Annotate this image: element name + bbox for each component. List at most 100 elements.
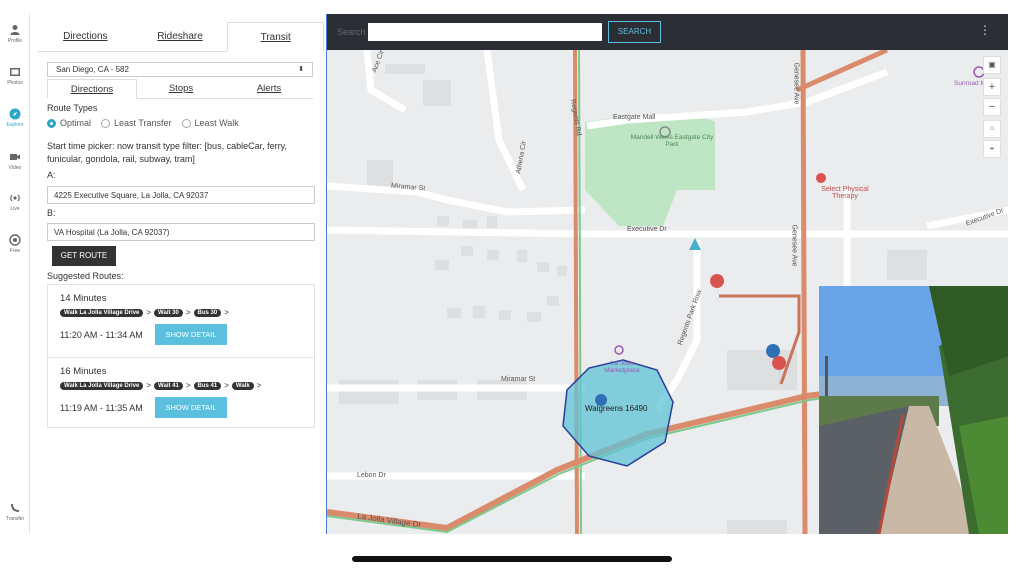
route-type-group: Optimal Least Transfer Least Walk <box>47 118 239 128</box>
step-pill: Walk <box>231 381 254 390</box>
map-search-bar: Search SEARCH ⋮ <box>327 14 1008 50</box>
rail-label-free: Free <box>9 248 21 254</box>
route-steps: Walk La Jolla Village Drive > Wait 30 > Bu… <box>60 308 229 317</box>
map-label-walgreens: Walgreens 16490 <box>585 404 648 413</box>
locate-icon[interactable]: ⌖ <box>983 140 1001 158</box>
directions-panel: Directions Rideshare Transit San Diego, … <box>38 14 325 534</box>
step-pill: Wait 30 <box>154 308 183 317</box>
step-arrow: > <box>224 308 229 317</box>
destination-label: B: <box>47 208 56 218</box>
radio-label: Least Transfer <box>114 118 172 128</box>
zoom-in-button[interactable]: + <box>983 78 1001 96</box>
free-icon <box>9 234 21 246</box>
map-label-select-therapy: Select Physical Therapy <box>821 186 869 200</box>
rail-item-transfer[interactable]: Transfer <box>0 502 30 522</box>
search-input[interactable] <box>368 23 602 41</box>
step-arrow: > <box>256 381 262 390</box>
step-arrow: > <box>185 381 191 390</box>
radio-optimal[interactable]: Optimal <box>47 118 91 128</box>
route-time: 11:20 AM - 11:34 AM <box>60 330 143 340</box>
person-icon <box>10 25 20 35</box>
rail-label-transfer: Transfer <box>5 516 25 522</box>
step-arrow: > <box>224 381 229 390</box>
subtab-directions[interactable]: Directions <box>47 79 137 99</box>
map-view[interactable]: Search SEARCH ⋮ Eastgate Mall Mandell We… <box>326 14 1008 534</box>
more-vert-icon[interactable]: ⋮ <box>979 23 991 37</box>
radio-label: Optimal <box>60 118 92 128</box>
radio-least-walk[interactable]: Least Walk <box>181 118 239 128</box>
top-tabs: Directions Rideshare Transit <box>38 22 325 52</box>
subtab-alerts[interactable]: Alerts <box>225 79 313 98</box>
step-arrow: > <box>146 308 152 317</box>
home-icon[interactable]: ⌂ <box>983 120 1001 138</box>
route-list: 14 Minutes Walk La Jolla Village Drive > … <box>47 284 315 428</box>
city-select-value: San Diego, CA - 582 <box>56 65 129 74</box>
radio-label: Least Walk <box>194 118 239 128</box>
route-steps: Walk La Jolla Village Drive > Wait 41 > Bu… <box>60 381 261 390</box>
show-detail-button[interactable]: SHOW DETAIL <box>155 324 227 345</box>
map-label-marketplace: La Jolla Marketplace <box>604 360 640 374</box>
route-card[interactable]: 14 Minutes Walk La Jolla Village Drive > … <box>48 285 314 355</box>
map-label-miramar-bottom: Miramar St <box>501 376 536 383</box>
street-view-image <box>819 286 1008 534</box>
rail-item-live[interactable]: Live <box>0 192 30 212</box>
suggested-routes-label: Suggested Routes: <box>47 271 124 281</box>
step-pill: Walk La Jolla Village Drive <box>60 381 144 390</box>
rail-label-live: Live <box>10 206 20 212</box>
city-select[interactable]: San Diego, CA - 582 ⬍ <box>47 62 313 77</box>
route-duration: 14 Minutes <box>60 293 107 304</box>
sub-tabs: Directions Stops Alerts <box>47 79 313 99</box>
subtab-stops[interactable]: Stops <box>137 79 225 98</box>
step-pill: Wait 41 <box>154 381 183 390</box>
route-time: 11:19 AM - 11:35 AM <box>60 403 143 413</box>
zoom-out-button[interactable]: − <box>983 98 1001 116</box>
origin-label: A: <box>47 170 56 180</box>
rail-item-explore[interactable]: Explore <box>0 108 30 128</box>
rail-item-video[interactable]: Video <box>0 151 30 171</box>
destination-field[interactable]: VA Hospital (La Jolla, CA 92037) <box>47 223 315 241</box>
map-label-genesee: Genesee Ave <box>790 224 798 267</box>
video-icon <box>10 154 20 160</box>
transfer-icon <box>11 504 19 512</box>
step-pill: Walk La Jolla Village Drive <box>60 308 144 317</box>
rail-item-free[interactable]: Free <box>0 234 30 254</box>
app-root: Profile Photos Explore Video Live Free T… <box>0 0 1024 576</box>
step-arrow: > <box>146 381 152 390</box>
rail-item-profile[interactable]: Profile <box>0 24 30 44</box>
show-detail-button[interactable]: SHOW DETAIL <box>155 397 227 418</box>
tab-transit[interactable]: Transit <box>227 22 325 52</box>
tab-directions[interactable]: Directions <box>38 22 133 51</box>
step-pill: Bus 41 <box>193 381 222 390</box>
radio-least-transfer[interactable]: Least Transfer <box>101 118 172 128</box>
rail-label-video: Video <box>8 165 22 171</box>
map-label-park: Mandell Weiss Eastgate City Park <box>630 134 714 148</box>
get-route-button[interactable]: GET ROUTE <box>52 246 116 266</box>
map-label-executive: Executive Dr <box>627 226 667 233</box>
route-card[interactable]: 16 Minutes Walk La Jolla Village Drive > … <box>48 357 314 427</box>
search-label: Search <box>337 27 366 37</box>
route-types-label: Route Types <box>47 103 98 113</box>
map-label-eastgate: Eastgate Mall <box>613 114 656 121</box>
rail-item-photos[interactable]: Photos <box>0 66 30 86</box>
origin-field[interactable]: 4225 Executive Square, La Jolla, CA 9203… <box>47 186 315 204</box>
select-caret-icon: ⬍ <box>298 66 304 73</box>
street-view-photo[interactable] <box>819 286 1008 534</box>
map-label-genesee-top: Genesee Ave <box>792 62 800 105</box>
search-button[interactable]: SEARCH <box>608 21 661 43</box>
home-indicator <box>352 556 672 562</box>
filter-note: Start time picker: now transit type filt… <box>47 141 287 164</box>
photos-icon <box>10 68 20 76</box>
compass-icon <box>9 108 21 120</box>
rail-label-photos: Photos <box>7 80 23 86</box>
rail-label-profile: Profile <box>7 38 23 44</box>
map-label-lebon: Lebon Dr <box>357 472 386 479</box>
radio-dot <box>47 118 56 128</box>
live-icon <box>10 194 20 202</box>
radio-dot <box>101 118 111 128</box>
tab-rideshare[interactable]: Rideshare <box>133 22 228 51</box>
step-pill: Bus 30 <box>193 308 222 317</box>
rail-label-explore: Explore <box>6 122 24 128</box>
route-duration: 16 Minutes <box>60 366 107 377</box>
layers-icon[interactable]: ▣ <box>983 56 1001 74</box>
nav-rail: Profile Photos Explore Video Live Free T… <box>0 14 30 534</box>
